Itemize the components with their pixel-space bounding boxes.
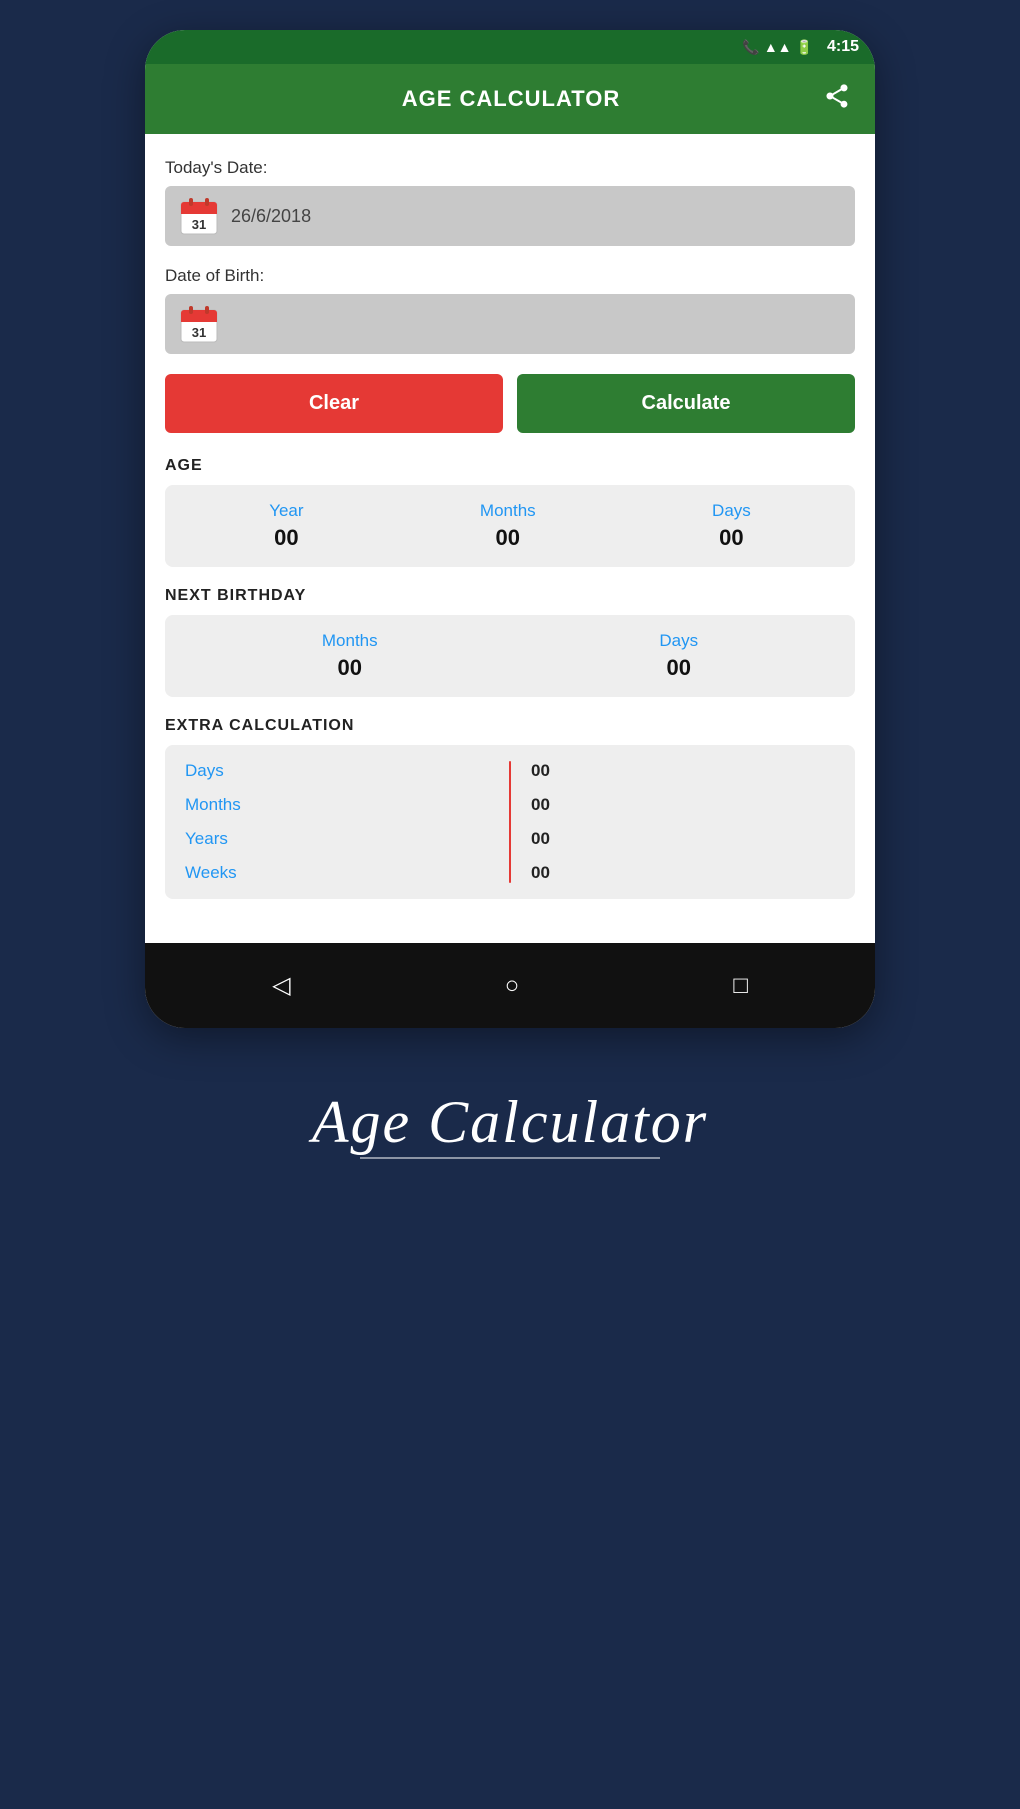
age-result-box: Year 00 Months 00 Days 00 — [165, 485, 855, 567]
brand-underline — [360, 1157, 660, 1159]
age-months-value: 00 — [496, 525, 520, 551]
phone-container: 📞 ▲▲ 🔋 4:15 AGE CALCULATOR Today's Date: — [145, 30, 875, 1028]
next-birthday-result-box: Months 00 Days 00 — [165, 615, 855, 697]
todays-date-label: Today's Date: — [165, 158, 855, 178]
age-months-col: Months 00 — [480, 501, 536, 551]
age-year-label: Year — [269, 501, 303, 521]
birthday-months-col: Months 00 — [322, 631, 378, 681]
age-days-value: 00 — [719, 525, 743, 551]
today-calendar-icon: 31 — [179, 196, 219, 236]
age-days-col: Days 00 — [712, 501, 751, 551]
status-icons: 📞 ▲▲ 🔋 — [742, 39, 813, 56]
nav-bar — [145, 943, 875, 1028]
extra-months-label: Months — [185, 795, 489, 815]
todays-date-value: 26/6/2018 — [231, 206, 841, 227]
app-title: AGE CALCULATOR — [199, 86, 823, 112]
birthday-months-label: Months — [322, 631, 378, 651]
extra-calc-box: Days Months Years Weeks 00 00 00 00 — [165, 745, 855, 899]
age-section-title: AGE — [165, 457, 855, 475]
extra-weeks-value: 00 — [531, 863, 835, 883]
svg-text:31: 31 — [192, 325, 206, 340]
svg-text:31: 31 — [192, 217, 206, 232]
app-content: Today's Date: 31 26/6/2018 Date of Birth… — [145, 134, 875, 943]
app-header: AGE CALCULATOR — [145, 64, 875, 134]
brand-text: Age Calculator — [312, 1088, 708, 1157]
extra-months-value: 00 — [531, 795, 835, 815]
next-birthday-title: NEXT BIRTHDAY — [165, 587, 855, 605]
extra-labels: Days Months Years Weeks — [185, 761, 489, 883]
calculate-button[interactable]: Calculate — [517, 374, 855, 433]
clear-button[interactable]: Clear — [165, 374, 503, 433]
nav-recents-button[interactable] — [725, 964, 756, 1008]
extra-years-value: 00 — [531, 829, 835, 849]
birthday-days-value: 00 — [667, 655, 691, 681]
extra-days-label: Days — [185, 761, 489, 781]
share-icon[interactable] — [823, 82, 851, 116]
birthday-days-label: Days — [659, 631, 698, 651]
extra-divider — [509, 761, 511, 883]
status-time: 4:15 — [827, 38, 859, 56]
age-days-label: Days — [712, 501, 751, 521]
extra-days-value: 00 — [531, 761, 835, 781]
birthday-months-value: 00 — [338, 655, 362, 681]
todays-date-input[interactable]: 31 26/6/2018 — [165, 186, 855, 246]
nav-home-button[interactable] — [497, 964, 528, 1008]
bottom-brand: Age Calculator — [292, 1028, 728, 1199]
dob-calendar-icon: 31 — [179, 304, 219, 344]
age-result-row: Year 00 Months 00 Days 00 — [181, 501, 839, 551]
dob-label: Date of Birth: — [165, 266, 855, 286]
extra-years-label: Years — [185, 829, 489, 849]
signal-icon: ▲▲ — [764, 39, 792, 55]
extra-calc-title: EXTRA CALCULATION — [165, 717, 855, 735]
age-year-col: Year 00 — [269, 501, 303, 551]
action-buttons: Clear Calculate — [165, 374, 855, 433]
age-year-value: 00 — [274, 525, 298, 551]
birthday-days-col: Days 00 — [659, 631, 698, 681]
page-wrapper: 📞 ▲▲ 🔋 4:15 AGE CALCULATOR Today's Date: — [0, 0, 1020, 1809]
call-icon: 📞 — [742, 39, 759, 56]
next-birthday-row: Months 00 Days 00 — [181, 631, 839, 681]
extra-values: 00 00 00 00 — [531, 761, 835, 883]
age-months-label: Months — [480, 501, 536, 521]
extra-weeks-label: Weeks — [185, 863, 489, 883]
status-bar: 📞 ▲▲ 🔋 4:15 — [145, 30, 875, 64]
dob-input[interactable]: 31 — [165, 294, 855, 354]
nav-back-button[interactable] — [264, 963, 298, 1008]
battery-icon: 🔋 — [796, 39, 813, 56]
